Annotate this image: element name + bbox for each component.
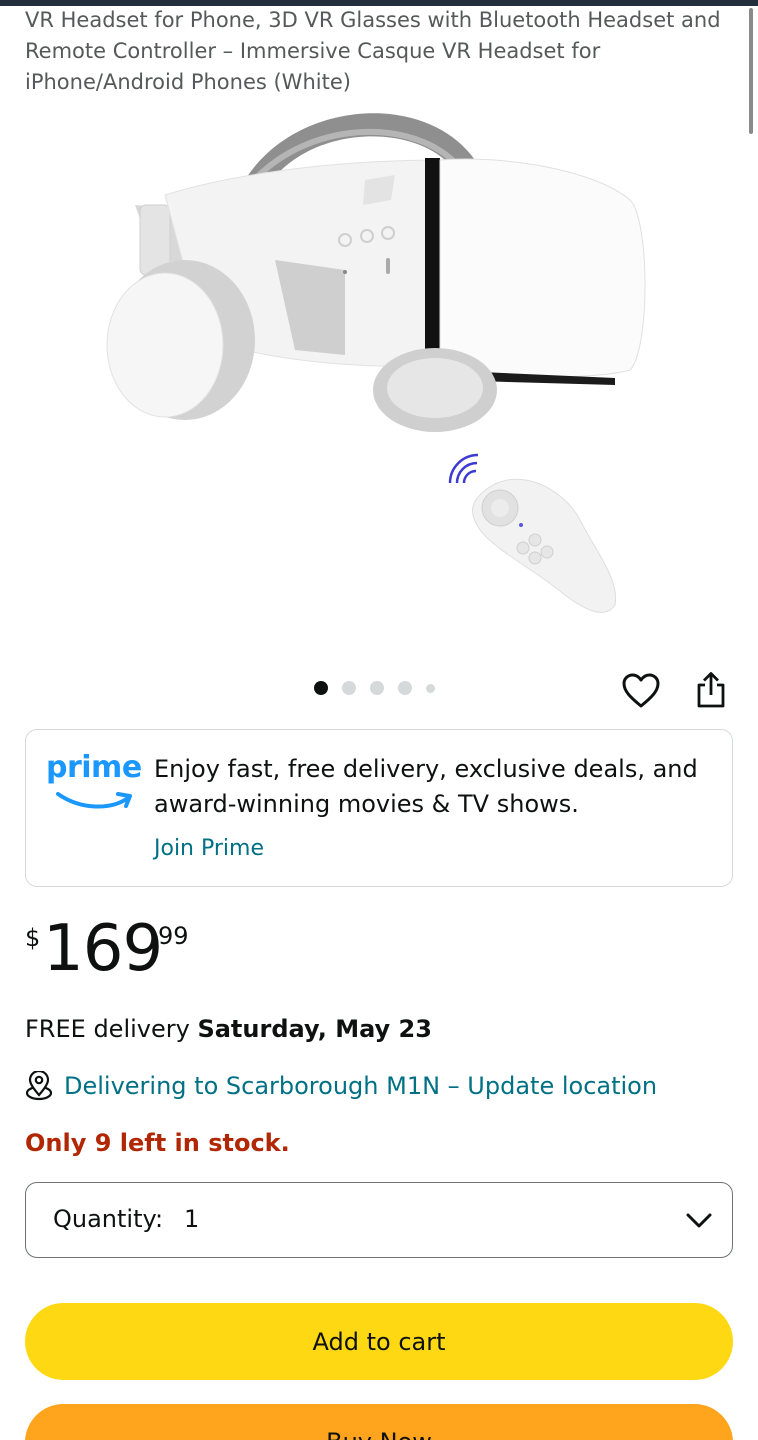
scrollbar[interactable] <box>749 8 753 134</box>
product-title: VR Headset for Phone, 3D VR Glasses with… <box>25 8 721 94</box>
image-carousel-dots[interactable] <box>314 681 435 695</box>
prime-message: Enjoy fast, free delivery, exclusive dea… <box>154 755 698 818</box>
carousel-dot[interactable] <box>426 683 435 693</box>
price-fraction: 99 <box>158 922 189 950</box>
share-icon <box>697 672 725 708</box>
carousel-dot-active[interactable] <box>314 681 328 695</box>
join-prime-link[interactable]: Join Prime <box>154 834 264 864</box>
wishlist-button[interactable] <box>621 671 661 711</box>
carousel-dot[interactable] <box>398 681 412 695</box>
carousel-dot[interactable] <box>342 681 356 695</box>
product-image[interactable] <box>95 100 665 630</box>
delivery-info: FREE delivery Saturday, May 23 <box>25 1012 432 1046</box>
location-pin-icon <box>25 1071 53 1101</box>
prime-logo: prime <box>46 750 142 810</box>
quantity-value: 1 <box>184 1205 200 1233</box>
buy-now-label: Buy Now <box>326 1428 432 1440</box>
price-currency: $ <box>25 924 41 952</box>
price-whole: 169 <box>43 912 163 986</box>
heart-icon <box>622 673 660 708</box>
product-page: VR Headset for Phone, 3D VR Glasses with… <box>0 0 758 1440</box>
quantity-select[interactable]: Quantity: 1 <box>25 1182 733 1258</box>
carousel-dot[interactable] <box>370 681 384 695</box>
buy-now-button[interactable]: Buy Now <box>25 1404 733 1440</box>
delivery-prefix: FREE delivery <box>25 1015 190 1043</box>
update-location-link[interactable]: Delivering to Scarborough M1N – Update l… <box>64 1072 657 1100</box>
stock-status: Only 9 left in stock. <box>25 1129 290 1157</box>
delivery-date: Saturday, May 23 <box>197 1015 432 1043</box>
chevron-down-icon <box>686 1213 712 1228</box>
prime-smile-icon <box>56 792 132 809</box>
delivery-location[interactable]: Delivering to Scarborough M1N – Update l… <box>25 1068 657 1104</box>
share-button[interactable] <box>691 669 731 711</box>
add-to-cart-label: Add to cart <box>312 1327 446 1356</box>
add-to-cart-button[interactable]: Add to cart <box>25 1303 733 1380</box>
quantity-label: Quantity: <box>53 1205 164 1233</box>
prime-promo-card: prime Enjoy fast, free delivery, exclusi… <box>25 729 733 887</box>
